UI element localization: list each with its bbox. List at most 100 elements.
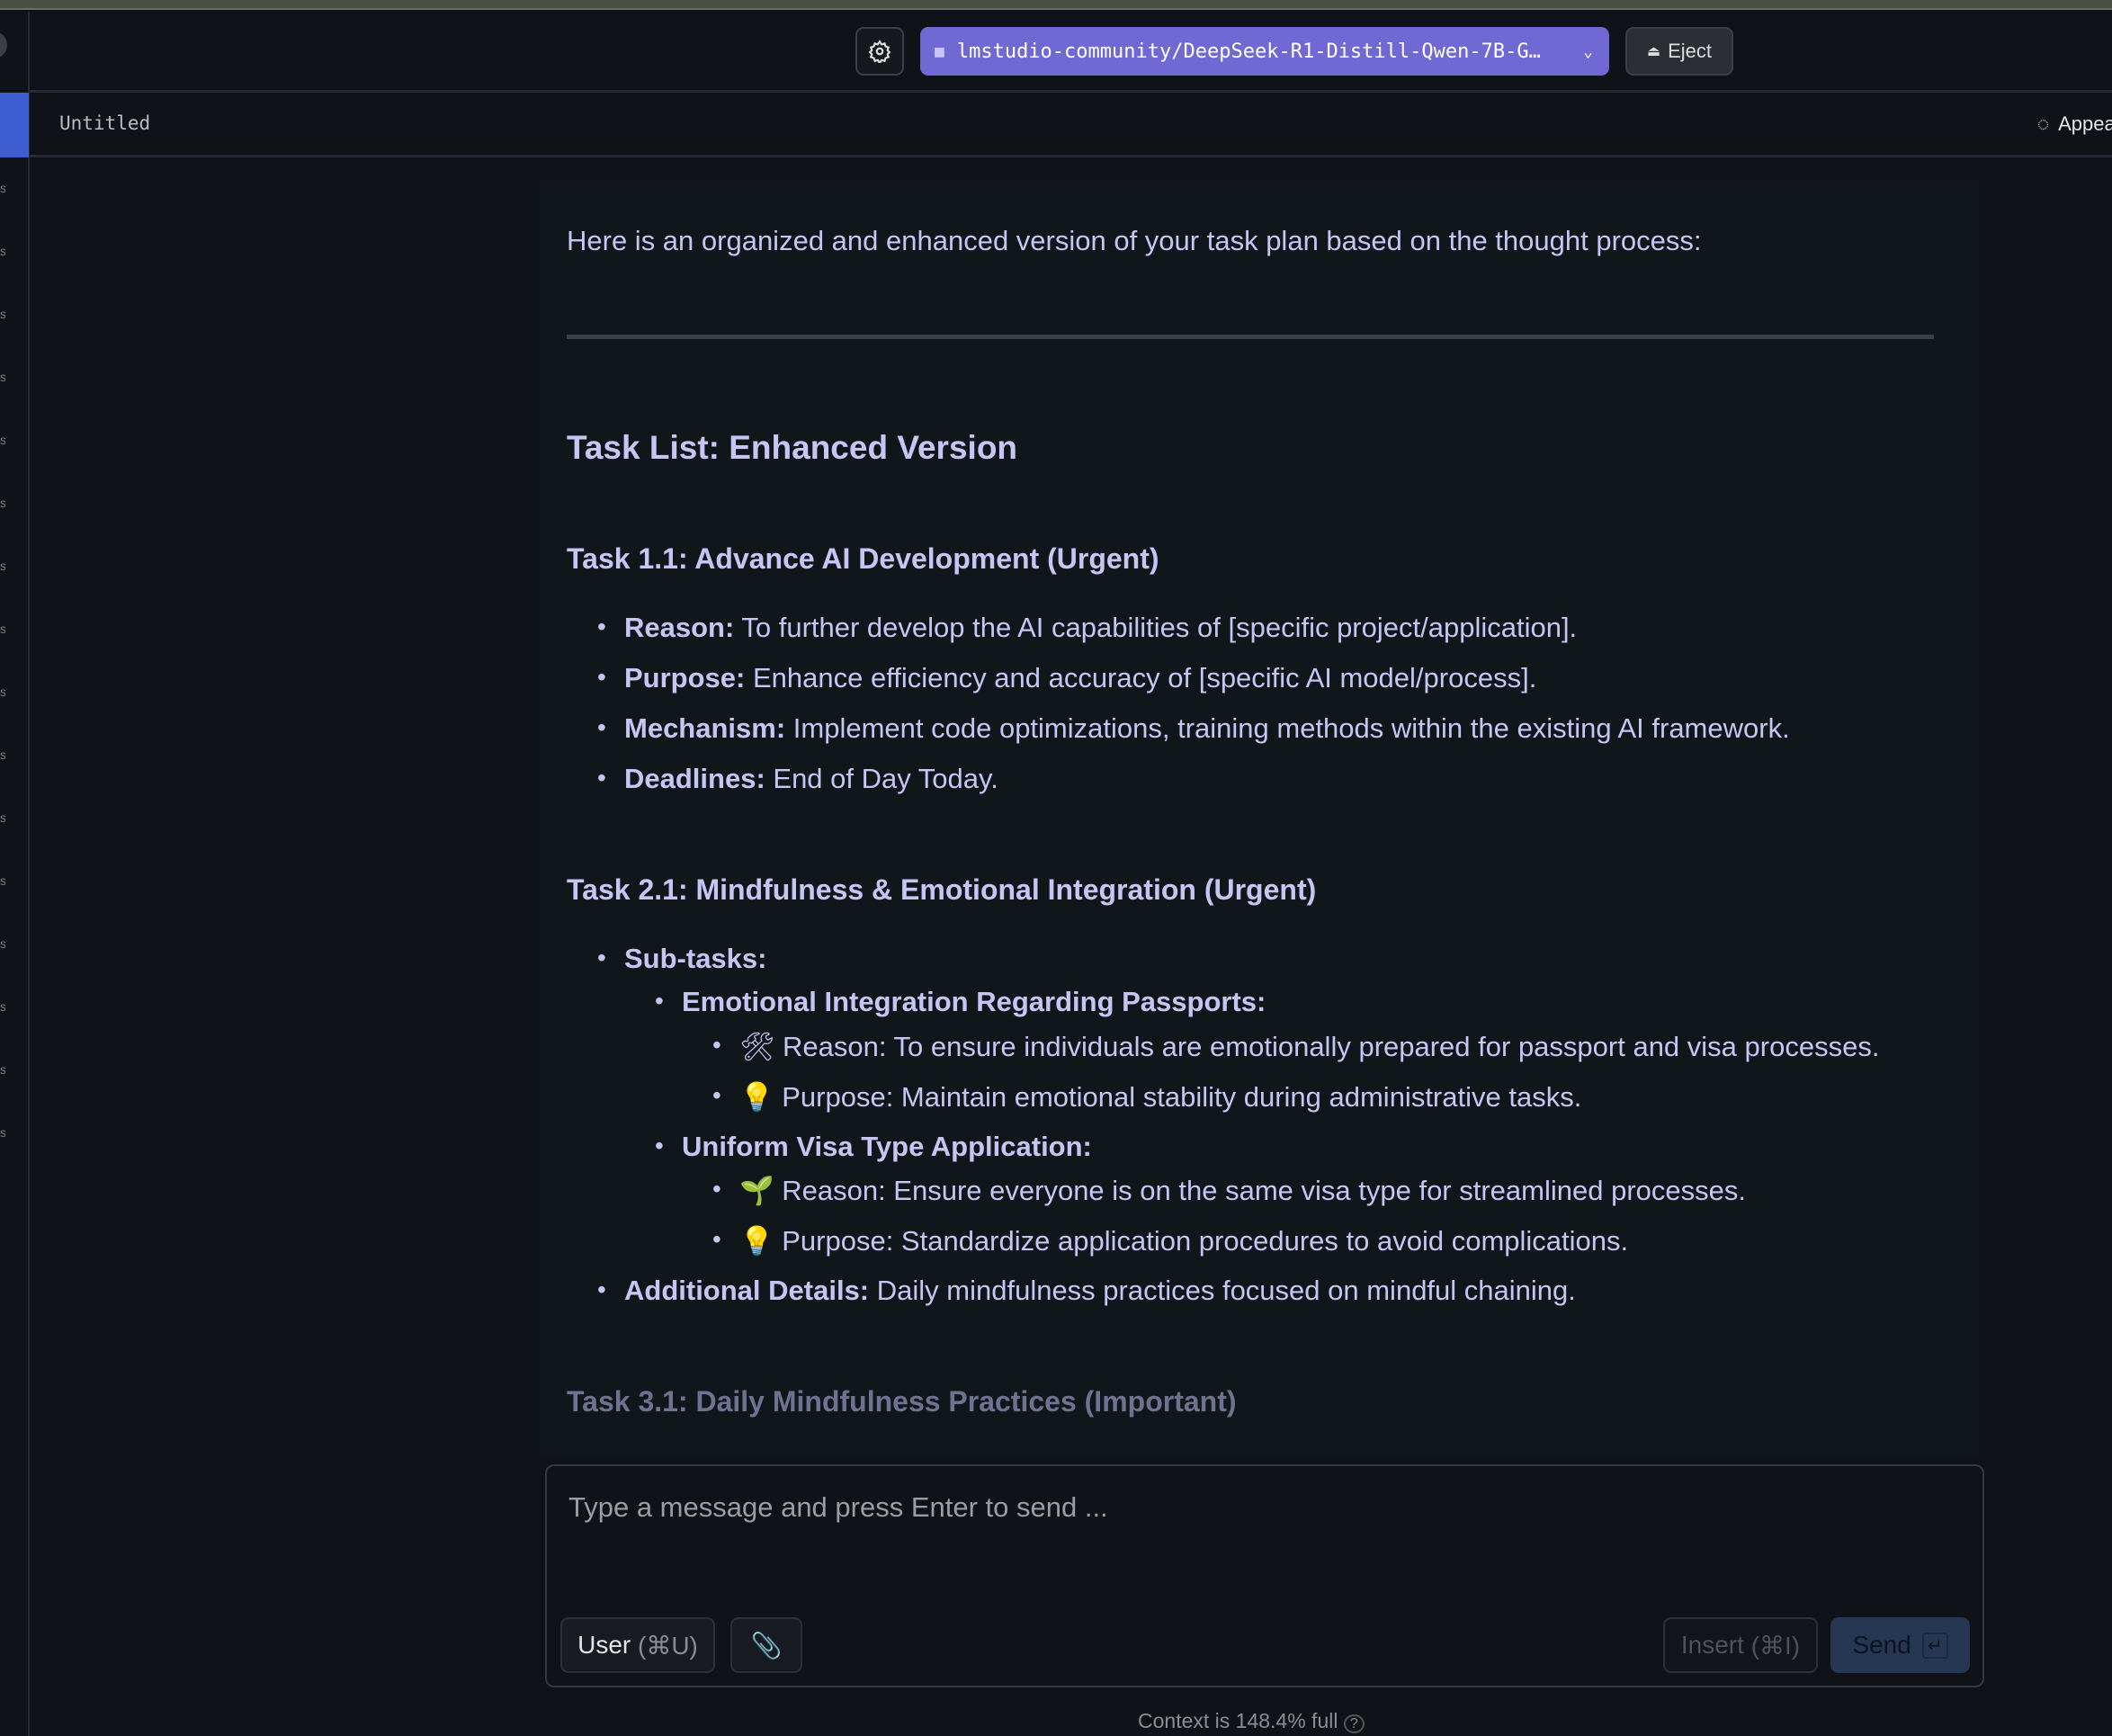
sidebar-item[interactable]: s — [0, 244, 5, 258]
sidebar-item[interactable]: s — [0, 307, 5, 321]
sidebar-avatar[interactable] — [0, 31, 7, 58]
message-composer[interactable]: Type a message and press Enter to send .… — [545, 1464, 1984, 1687]
role-shortcut: (⌘U) — [638, 1631, 698, 1660]
bullet: • — [597, 1275, 606, 1303]
intro-text: Here is an organized and enhanced versio… — [567, 225, 1702, 256]
emoji-icon: 🛠 — [739, 1031, 775, 1062]
model-name: lmstudio-community/DeepSeek-R1-Distill-Q… — [956, 40, 1541, 63]
appearance-label: Appear — [2058, 112, 2112, 135]
task-list-heading: Task List: Enhanced Version — [567, 429, 1018, 466]
eject-label: Eject — [1668, 40, 1713, 62]
additional-label: Additional Details: — [624, 1275, 870, 1306]
sidebar-item[interactable]: s — [0, 747, 5, 762]
sidebar-item[interactable]: s — [0, 936, 5, 951]
item-text: To further develop the AI capabilities o… — [734, 612, 1578, 643]
settings-button[interactable] — [855, 27, 904, 76]
item-text: End of Day Today. — [765, 763, 998, 794]
sidebar-item[interactable]: s — [0, 1125, 5, 1140]
sub2-item: 💡 Purpose: Standardize application proce… — [739, 1224, 1628, 1257]
bullet: • — [655, 1132, 664, 1159]
sidebar-item[interactable]: s — [0, 370, 5, 384]
item-label: Mechanism: — [624, 712, 786, 744]
chevron-down-icon: ⌄ — [1583, 41, 1593, 61]
question-circle-icon[interactable]: ? — [1343, 1714, 1365, 1733]
task1-item: Deadlines: End of Day Today. — [624, 763, 998, 795]
window-top-strip — [0, 0, 2112, 10]
context-text: Context is 148.4% full — [1138, 1709, 1338, 1732]
bullet: • — [597, 663, 606, 691]
message-input[interactable]: Type a message and press Enter to send .… — [568, 1491, 1108, 1524]
sidebar-item[interactable]: s — [0, 181, 5, 195]
bullet: • — [712, 1175, 721, 1203]
additional-text: Daily mindfulness practices focused on m… — [869, 1275, 1576, 1306]
sidebar-item[interactable]: s — [0, 873, 5, 888]
top-toolbar: ■ lmstudio-community/DeepSeek-R1-Distill… — [0, 12, 2112, 93]
bullet: • — [712, 1225, 721, 1253]
sidebar-item[interactable]: s — [0, 433, 5, 447]
appearance-button[interactable]: ◌ Appear — [2037, 112, 2112, 136]
eject-icon: ⏏ — [1646, 44, 1661, 59]
bullet: • — [712, 1081, 721, 1109]
insert-label: Insert — [1680, 1631, 1744, 1659]
sidebar-item[interactable]: s — [0, 496, 5, 510]
chat-title[interactable]: Untitled — [59, 112, 150, 134]
item-label: Purpose: — [624, 662, 746, 694]
divider — [567, 335, 1934, 339]
item-label: Deadlines: — [624, 763, 765, 794]
assistant-message — [540, 180, 1979, 1457]
paperclip-icon: 📎 — [750, 1631, 783, 1660]
bullet: • — [655, 987, 664, 1015]
emoji-icon: 💡 — [739, 1081, 774, 1113]
sub1-title: Emotional Integration Regarding Passport… — [682, 986, 1266, 1017]
sidebar-item[interactable]: s — [0, 810, 5, 825]
return-icon: ↵ — [1921, 1632, 1948, 1659]
model-selector[interactable]: ■ lmstudio-community/DeepSeek-R1-Distill… — [920, 27, 1609, 76]
additional-details: Additional Details: Daily mindfulness pr… — [624, 1275, 1576, 1307]
item-text: Implement code optimizations, training m… — [785, 712, 1790, 744]
item-text: Purpose: Maintain emotional stability du… — [782, 1081, 1582, 1113]
subtasks-label: Sub-tasks: — [624, 943, 767, 974]
task3-title: Task 3.1: Daily Mindfulness Practices (I… — [567, 1385, 1237, 1418]
bullet: • — [597, 944, 606, 971]
sidebar: s s s s s s s s s s s s s s s s — [0, 12, 30, 1736]
context-usage: Context is 148.4% full ? — [1138, 1709, 1365, 1733]
bullet: • — [597, 764, 606, 792]
send-button[interactable]: Send ↵ — [1830, 1617, 1970, 1673]
robot-icon: ■ — [935, 41, 944, 61]
gear-icon — [868, 40, 891, 63]
task1-item: Mechanism: Implement code optimizations,… — [624, 712, 1790, 745]
eject-button[interactable]: ⏏ Eject — [1625, 27, 1733, 76]
role-label: User — [577, 1631, 631, 1659]
item-label: Reason: — [624, 612, 735, 643]
sidebar-item[interactable]: s — [0, 622, 5, 636]
sidebar-active-item[interactable] — [0, 93, 29, 157]
task2-title: Task 2.1: Mindfulness & Emotional Integr… — [567, 873, 1317, 906]
sub1-item: 💡 Purpose: Maintain emotional stability … — [739, 1080, 1581, 1114]
sidebar-item[interactable]: s — [0, 685, 5, 699]
item-text: Purpose: Standardize application procedu… — [782, 1225, 1629, 1257]
send-label: Send — [1852, 1631, 1911, 1659]
insert-shortcut: (⌘I) — [1750, 1631, 1801, 1660]
bullet: • — [597, 713, 606, 741]
attach-button[interactable]: 📎 — [730, 1617, 802, 1673]
task1-item: Purpose: Enhance efficiency and accuracy… — [624, 662, 1536, 694]
palette-icon: ◌ — [2037, 112, 2050, 135]
emoji-icon: 🌱 — [739, 1175, 774, 1206]
sidebar-item[interactable]: s — [0, 559, 5, 573]
item-text: Reason: Ensure everyone is on the same v… — [782, 1175, 1746, 1206]
emoji-icon: 💡 — [739, 1225, 774, 1257]
role-toggle-button[interactable]: User (⌘U) — [560, 1617, 715, 1673]
sidebar-item[interactable]: s — [0, 1062, 5, 1077]
sub2-title: Uniform Visa Type Application: — [682, 1131, 1092, 1162]
bullet: • — [712, 1031, 721, 1059]
sidebar-item[interactable]: s — [0, 999, 5, 1014]
chat-tab-bar: Untitled ◌ Appear — [30, 93, 2112, 157]
sub2-item: 🌱 Reason: Ensure everyone is on the same… — [739, 1174, 1746, 1207]
item-text: Reason: To ensure individuals are emotio… — [782, 1031, 1880, 1062]
task1-title: Task 1.1: Advance AI Development (Urgent… — [567, 542, 1159, 575]
bullet: • — [597, 613, 606, 640]
sub1-item: 🛠 Reason: To ensure individuals are emot… — [739, 1030, 1879, 1063]
task1-item: Reason: To further develop the AI capabi… — [624, 612, 1577, 644]
item-text: Enhance efficiency and accuracy of [spec… — [745, 662, 1537, 694]
insert-button[interactable]: Insert (⌘I) — [1663, 1617, 1818, 1673]
